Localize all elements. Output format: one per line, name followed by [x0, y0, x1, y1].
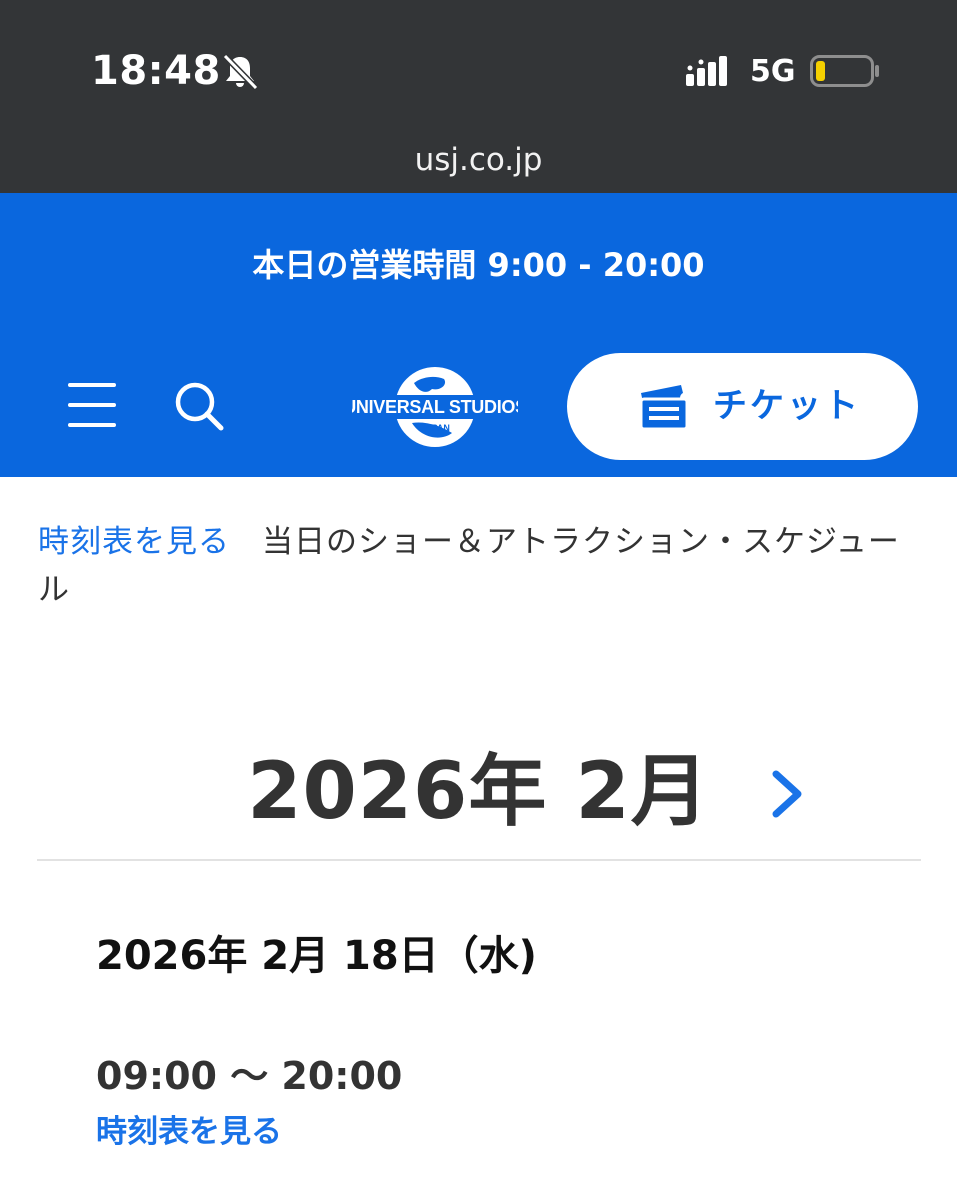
menu-button[interactable] [66, 383, 118, 429]
ticket-label: チケット [713, 386, 861, 426]
search-icon[interactable] [172, 379, 226, 433]
url-display[interactable]: usj.co.jp [0, 138, 957, 182]
network-label: 5G [750, 54, 796, 89]
chevron-right-icon[interactable] [762, 764, 814, 824]
section-divider [37, 859, 921, 861]
browser-top-bar: 18:48 5G usj.co.jp [0, 0, 957, 193]
svg-text:JAPAN: JAPAN [420, 423, 450, 433]
day-hours: 09:00 〜 20:00 [96, 1054, 403, 1098]
bell-slash-icon [222, 53, 259, 91]
svg-text:UNIVERSAL STUDIOS: UNIVERSAL STUDIOS [352, 397, 518, 417]
status-time: 18:48 [91, 48, 221, 94]
ticket-icon [639, 385, 689, 431]
ticket-button[interactable]: チケット [567, 353, 918, 460]
universal-studios-logo[interactable]: UNIVERSAL STUDIOS JAPAN [352, 361, 518, 453]
site-header: 本日の営業時間 9:00 - 20:00 UNIVERSAL STUDIOS J… [0, 193, 957, 477]
breadcrumb: 時刻表を見る 当日のショー＆アトラクション・スケジュール [38, 518, 918, 614]
day-date: 2026年 2月 18日（水) [96, 933, 537, 979]
battery-icon [810, 55, 879, 87]
signal-icon [686, 56, 727, 86]
view-timetable-link[interactable]: 時刻表を見る [96, 1108, 282, 1156]
breadcrumb-link-timetable[interactable]: 時刻表を見る [38, 524, 230, 560]
opening-hours-banner: 本日の営業時間 9:00 - 20:00 [252, 246, 705, 284]
menu-icon [68, 383, 116, 387]
